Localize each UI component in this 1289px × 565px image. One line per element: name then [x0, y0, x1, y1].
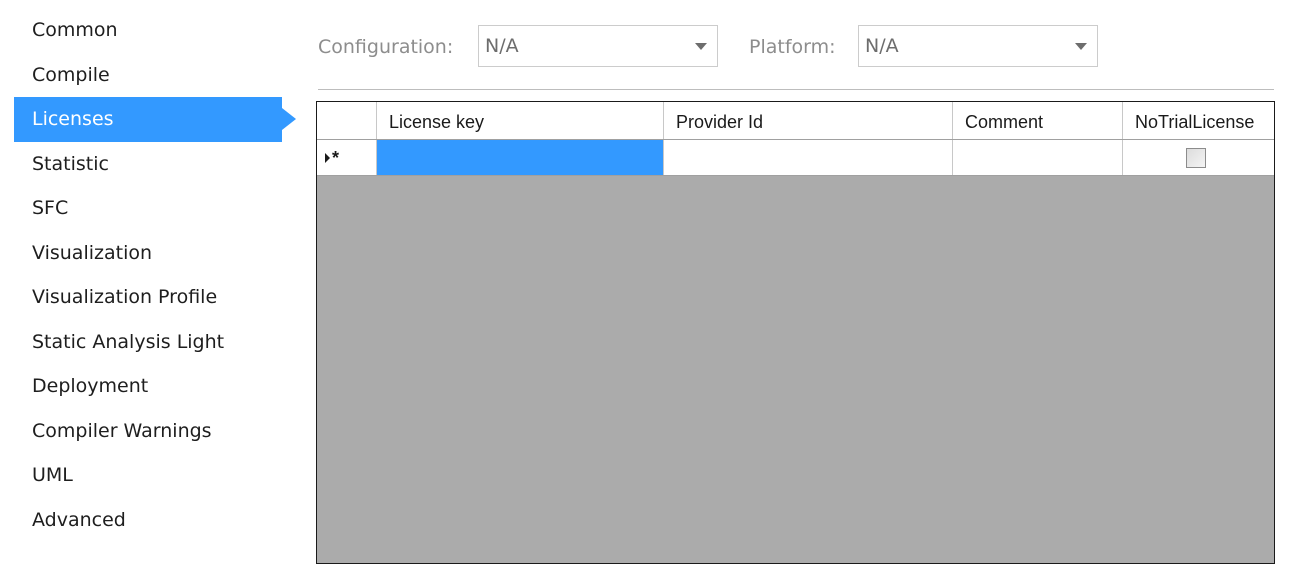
settings-nav: Common Compile Licenses Statistic SFC Vi… — [14, 8, 296, 542]
grid-header: License key Provider Id Comment NoTrialL… — [317, 102, 1274, 140]
nav-item-sfc[interactable]: SFC — [14, 186, 296, 231]
nav-item-advanced[interactable]: Advanced — [14, 498, 296, 543]
platform-dropdown[interactable]: N/A — [858, 25, 1098, 67]
column-header-license-key[interactable]: License key — [377, 102, 664, 139]
nav-item-static-analysis-light[interactable]: Static Analysis Light — [14, 320, 296, 365]
nav-item-common[interactable]: Common — [14, 8, 296, 53]
cell-comment[interactable] — [953, 140, 1123, 175]
nav-item-compiler-warnings[interactable]: Compiler Warnings — [14, 409, 296, 454]
table-row-new[interactable]: * — [317, 140, 1274, 176]
platform-value: N/A — [865, 35, 899, 57]
column-header-provider-id[interactable]: Provider Id — [664, 102, 953, 139]
cell-no-trial-license — [1123, 140, 1274, 175]
config-bar: Configuration: N/A Platform: N/A — [318, 25, 1278, 69]
cell-license-key[interactable] — [377, 140, 664, 175]
nav-item-licenses[interactable]: Licenses — [14, 97, 296, 142]
row-header[interactable]: * — [317, 140, 377, 175]
chevron-down-icon — [1075, 43, 1087, 50]
grid-corner-header[interactable] — [317, 102, 377, 139]
nav-item-deployment[interactable]: Deployment — [14, 364, 296, 409]
new-row-star-icon: * — [332, 148, 340, 168]
nav-item-visualization[interactable]: Visualization — [14, 231, 296, 276]
cell-provider-id[interactable] — [664, 140, 953, 175]
current-row-arrow-icon — [325, 153, 330, 163]
platform-label: Platform: — [749, 36, 836, 58]
nav-item-visualization-profile[interactable]: Visualization Profile — [14, 275, 296, 320]
licenses-grid[interactable]: License key Provider Id Comment NoTrialL… — [316, 101, 1275, 564]
column-header-no-trial-license[interactable]: NoTrialLicense — [1123, 102, 1274, 139]
configuration-value: N/A — [485, 35, 519, 57]
separator-line — [318, 89, 1274, 90]
chevron-down-icon — [695, 43, 707, 50]
configuration-dropdown[interactable]: N/A — [478, 25, 718, 67]
nav-item-statistic[interactable]: Statistic — [14, 142, 296, 187]
configuration-label: Configuration: — [318, 36, 454, 58]
no-trial-license-checkbox[interactable] — [1186, 148, 1206, 168]
nav-item-uml[interactable]: UML — [14, 453, 296, 498]
nav-item-compile[interactable]: Compile — [14, 53, 296, 98]
column-header-comment[interactable]: Comment — [953, 102, 1123, 139]
